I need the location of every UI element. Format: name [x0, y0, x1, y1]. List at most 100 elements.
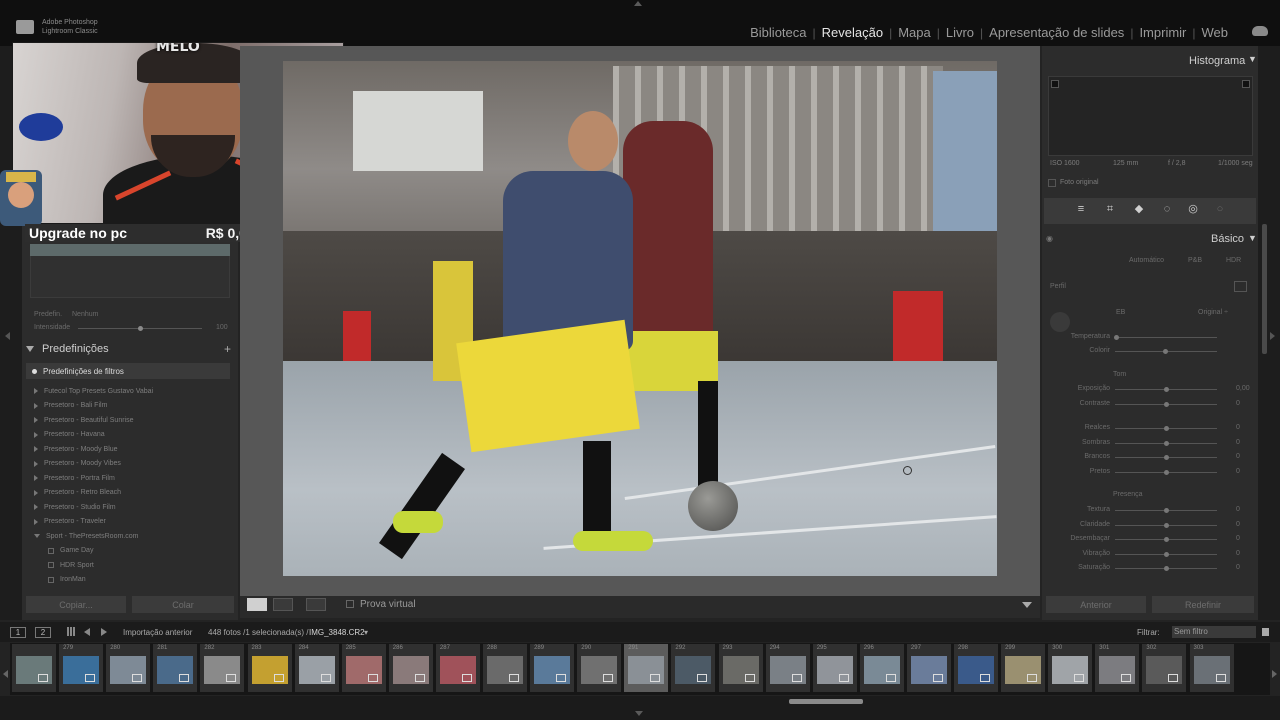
histogram-title[interactable]: Histograma: [1189, 55, 1245, 67]
presets-panel-header[interactable]: Predefinições: [22, 340, 238, 357]
adjust-value[interactable]: 0: [1236, 564, 1240, 571]
adjust-value[interactable]: 0: [1236, 550, 1240, 557]
filename-dropdown-icon[interactable]: ▾: [364, 628, 368, 637]
module-slides[interactable]: Apresentação de slides: [983, 25, 1130, 40]
preset-item[interactable]: HDR Sport: [34, 558, 230, 573]
collapse-top-arrow-icon[interactable]: [634, 1, 642, 6]
filmstrip-frame[interactable]: 288: [483, 644, 527, 692]
panel-eye-icon[interactable]: ◉: [1046, 234, 1053, 243]
preset-folder[interactable]: Futecol Top Presets Gustavo Vabai: [34, 384, 230, 399]
filmstrip-frame[interactable]: 281: [153, 644, 198, 692]
filmstrip-frame[interactable]: 302: [1142, 644, 1187, 692]
preset-folder[interactable]: Presetoro - Studio Film: [34, 500, 230, 515]
profile-browser-icon[interactable]: [1234, 281, 1247, 292]
preset-folder[interactable]: Presetoro - Retro Bleach: [34, 486, 230, 501]
secondary-window-icon[interactable]: 2: [35, 627, 51, 638]
temperature-slider[interactable]: [1115, 337, 1217, 338]
module-imprimir[interactable]: Imprimir: [1133, 25, 1192, 40]
collapse-bottom-arrow-icon[interactable]: [635, 711, 643, 716]
filmstrip-frame[interactable]: 303: [1189, 644, 1234, 692]
preset-item[interactable]: IronMan: [34, 573, 230, 588]
toolbar-menu-icon[interactable]: [1022, 602, 1032, 608]
basic-collapse-icon[interactable]: ▼: [1248, 233, 1257, 243]
preset-folder[interactable]: Presetoro - Portra Film: [34, 471, 230, 486]
right-panel-scrollbar[interactable]: [1262, 224, 1267, 354]
adjust-slider-knob[interactable]: [1164, 551, 1169, 557]
module-web[interactable]: Web: [1196, 25, 1235, 40]
filmstrip-scrollbar[interactable]: [789, 699, 863, 704]
crop-icon[interactable]: ⌗: [1104, 203, 1116, 215]
preset-folder[interactable]: Presetoro - Beautiful Sunrise: [34, 413, 230, 428]
adjust-slider-knob[interactable]: [1164, 387, 1169, 392]
preset-item[interactable]: Game Day: [34, 544, 230, 559]
copy-button[interactable]: Copiar...: [26, 596, 126, 613]
reset-button[interactable]: Redefinir: [1152, 596, 1254, 613]
navigator-preview[interactable]: [30, 250, 230, 298]
filmstrip-frame[interactable]: 296: [859, 644, 904, 692]
adjust-value[interactable]: 0: [1236, 521, 1240, 528]
filmstrip-frame[interactable]: 286: [388, 644, 433, 692]
before-after-view-icon[interactable]: [273, 598, 293, 611]
filmstrip-frame[interactable]: 301: [1095, 644, 1140, 692]
filmstrip-frame[interactable]: 300: [1048, 644, 1093, 692]
red-eye-icon[interactable]: ◌: [1161, 203, 1173, 215]
edit-sliders-icon[interactable]: ≡: [1075, 203, 1087, 215]
filmstrip-frame[interactable]: 279: [59, 644, 104, 692]
adjust-slider-knob[interactable]: [1164, 440, 1169, 446]
adjust-slider-knob[interactable]: [1164, 522, 1169, 528]
preset-folder[interactable]: Presetoro - Havana: [34, 428, 230, 443]
filmstrip-frame[interactable]: 291: [624, 644, 669, 692]
preset-folder[interactable]: Presetoro - Moody Blue: [34, 442, 230, 457]
filmstrip-frame[interactable]: 293: [718, 644, 763, 692]
preset-folder-open[interactable]: Sport - ThePresetsRoom.com: [34, 529, 230, 544]
treatment-bw[interactable]: P&B: [1188, 257, 1202, 264]
split-view-icon[interactable]: [306, 598, 326, 611]
filmstrip-frame[interactable]: 285: [341, 644, 386, 692]
module-biblioteca[interactable]: Biblioteca: [744, 25, 812, 40]
preset-folder[interactable]: Presetoro - Moody Vibes: [34, 457, 230, 472]
treatment-auto[interactable]: Automático: [1129, 257, 1164, 264]
previous-button[interactable]: Anterior: [1046, 596, 1146, 613]
adjust-value[interactable]: 0: [1236, 468, 1240, 475]
filmstrip-frame[interactable]: 294: [765, 644, 810, 692]
filmstrip-frame[interactable]: 295: [812, 644, 857, 692]
module-revelacao[interactable]: Revelação: [816, 25, 889, 40]
grid-view-icon[interactable]: [67, 627, 76, 636]
filmstrip-frame[interactable]: 298: [954, 644, 998, 692]
original-photo-checkbox[interactable]: [1048, 179, 1056, 187]
adjust-value[interactable]: 0: [1236, 400, 1240, 407]
back-arrow-icon[interactable]: [84, 628, 90, 636]
filmstrip-frame[interactable]: 292: [671, 644, 716, 692]
add-preset-icon[interactable]: +: [224, 342, 231, 356]
adjust-value[interactable]: 0: [1236, 535, 1240, 542]
module-livro[interactable]: Livro: [940, 25, 980, 40]
adjust-slider-knob[interactable]: [1164, 508, 1169, 513]
paste-button[interactable]: Colar: [132, 596, 234, 613]
main-photo[interactable]: [283, 61, 997, 576]
filmstrip-frame[interactable]: 287: [435, 644, 480, 692]
filmstrip-frame[interactable]: 282: [200, 644, 245, 692]
shadow-clipping-icon[interactable]: [1051, 80, 1059, 88]
highlight-clipping-icon[interactable]: [1242, 80, 1250, 88]
adjust-value[interactable]: 0: [1236, 506, 1240, 513]
filmstrip-frame[interactable]: 290: [577, 644, 622, 692]
adjust-slider-knob[interactable]: [1164, 455, 1169, 460]
adjust-slider-knob[interactable]: [1164, 469, 1169, 475]
adjust-value[interactable]: 0: [1236, 453, 1240, 460]
main-window-icon[interactable]: 1: [10, 627, 26, 638]
module-mapa[interactable]: Mapa: [892, 25, 937, 40]
filmstrip-frame[interactable]: 284: [294, 644, 339, 692]
histogram-collapse-icon[interactable]: ▼: [1248, 54, 1257, 64]
presets-tool-icon[interactable]: ○: [1214, 203, 1226, 215]
masking-icon[interactable]: ◎: [1187, 203, 1199, 215]
filmstrip-frame[interactable]: 289: [530, 644, 575, 692]
filmstrip-frame[interactable]: 280: [106, 644, 151, 692]
adjust-slider-knob[interactable]: [1164, 426, 1169, 431]
adjust-slider-knob[interactable]: [1164, 566, 1169, 571]
filmstrip-filename[interactable]: IMG_3848.CR2: [309, 628, 365, 637]
tint-knob[interactable]: [1163, 349, 1168, 354]
filter-presets-group[interactable]: Predefinições de filtros: [26, 363, 230, 379]
filter-dropdown[interactable]: Sem filtro: [1172, 626, 1256, 638]
cloud-sync-icon[interactable]: [1252, 26, 1268, 36]
preset-folder[interactable]: Presetoro - Traveler: [34, 515, 230, 530]
